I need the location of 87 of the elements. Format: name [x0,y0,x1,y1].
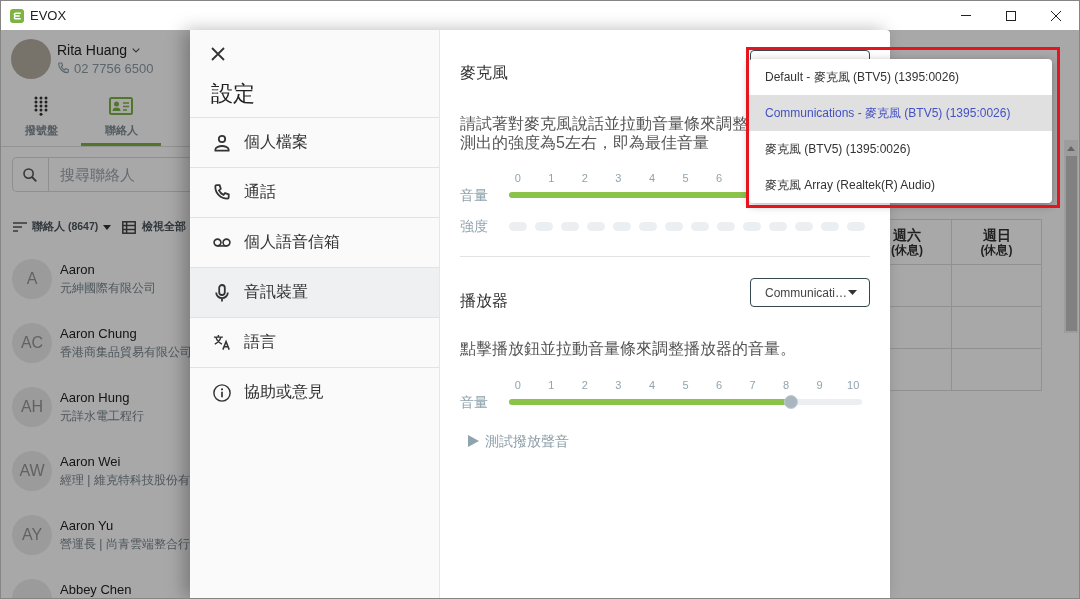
table-icon [122,220,137,234]
tick-label: 5 [682,379,689,392]
tick-label: 8 [783,379,790,392]
contact-filter-dropdown[interactable]: 聯絡人 (8647) [32,220,112,234]
phone-icon [213,183,231,202]
tick-label: 6 [715,172,723,185]
close-icon [211,47,225,61]
contact-name[interactable]: Aaron Chung [60,327,137,341]
voicemail-icon [213,238,231,247]
contact-company: 經理 | 維克特科技股份有 [60,473,190,487]
caret-icon [848,290,857,295]
tick-label: 5 [682,172,689,185]
tick-label: 2 [581,379,588,392]
settings-menu-item[interactable]: 個人檔案 [190,117,439,167]
contact-avatar: AH [12,387,52,427]
contact-company: 營運長 | 尚青雲端整合行 [60,537,190,551]
tick-label: 1 [548,379,555,392]
contact-company: 元紳國際有限公司 [60,281,156,295]
settings-menu-item[interactable]: 音訊裝置 [190,267,439,317]
chevron-down-icon [132,47,141,53]
day-note: (休息) [891,243,923,257]
tick-label: 1 [548,172,555,185]
scrollbar-thumb[interactable] [1065,156,1077,331]
contact-avatar: AY [12,515,52,555]
view-all-button[interactable]: 檢視全部 [122,220,187,234]
contact-name[interactable]: Aaron Wei [60,455,121,469]
settings-title: 設定 [211,81,255,107]
contact-avatar: AC [12,323,52,363]
slider-label: 音量 [460,187,488,203]
instruction-text: 點擊播放鈕並拉動音量條來調整播放器的音量。 [460,339,796,358]
contact-card-icon [109,97,133,115]
avatar-photo [11,39,51,79]
scroll-up-arrow-icon [1067,146,1075,151]
app-logo-icon [10,8,24,23]
settings-menu-item[interactable]: 協助或意見 [190,367,439,417]
instruction-text: 請試著對麥克風說話並拉動音量條來調整 [460,114,748,133]
day-label: 週日 [982,227,1011,243]
maximize-icon [1005,10,1016,21]
instruction-text: 測出的強度為5左右，即為最佳音量 [460,133,709,152]
person-icon [213,133,231,152]
contact-name[interactable]: Aaron Hung [60,391,130,405]
tick-label: 0 [514,379,521,392]
contact-name[interactable]: Abbey Chen [60,583,132,597]
contact-name[interactable]: Aaron [60,263,95,277]
search-icon [23,168,37,182]
close-icon [1050,10,1061,21]
tick-label: 10 [847,379,860,392]
day-label: 週六 [893,227,921,243]
contact-avatar: AW [12,451,52,491]
tick-label: 4 [648,379,655,392]
tick-label: 4 [648,172,655,185]
play-icon [468,435,479,447]
contact-company: 香港商集品貿易有限公司 [60,345,190,359]
tick-label: 3 [615,172,622,185]
microphone-icon [215,283,229,302]
contact-company: 元詳水電工程行 [60,409,144,423]
section-title: 麥克風 [460,63,508,83]
tick-label: 6 [715,379,723,392]
tick-label: 7 [749,379,756,392]
meter-label: 強度 [460,218,488,234]
minimize-icon [960,15,971,16]
phone-icon [57,62,70,75]
settings-menu-item[interactable]: 語言 [190,317,439,367]
contact-avatar: A [12,259,52,299]
tick-label: 3 [615,379,622,392]
translate-icon [213,334,231,351]
dialpad-icon [34,96,48,116]
settings-menu-item[interactable]: 通話 [190,167,439,217]
app-title: EVOX [30,8,67,23]
speaker-dropdown[interactable]: Communicati… [750,278,870,307]
search-field[interactable]: 搜尋聯絡人 [12,157,190,192]
tick-label: 9 [816,379,823,392]
info-icon [213,383,231,402]
slider-label: 音量 [460,394,488,410]
caret-icon [103,224,112,230]
day-note: (休息) [980,243,1013,257]
close-button[interactable] [211,47,225,61]
phone-number: 02 7756 6500 [74,61,154,76]
slider-thumb[interactable] [784,395,799,409]
sort-icon [13,222,27,232]
tick-label: 0 [514,172,521,185]
section-title: 播放器 [460,291,508,311]
menu-option[interactable]: Communications - 麥克風 (BTV5) (1395:0026) [749,95,1052,131]
scrollbar[interactable] [1064,140,1078,333]
user-name[interactable]: Rita Huang [57,42,128,58]
contact-name[interactable]: Aaron Yu [60,519,114,533]
tick-label: 2 [581,172,588,185]
